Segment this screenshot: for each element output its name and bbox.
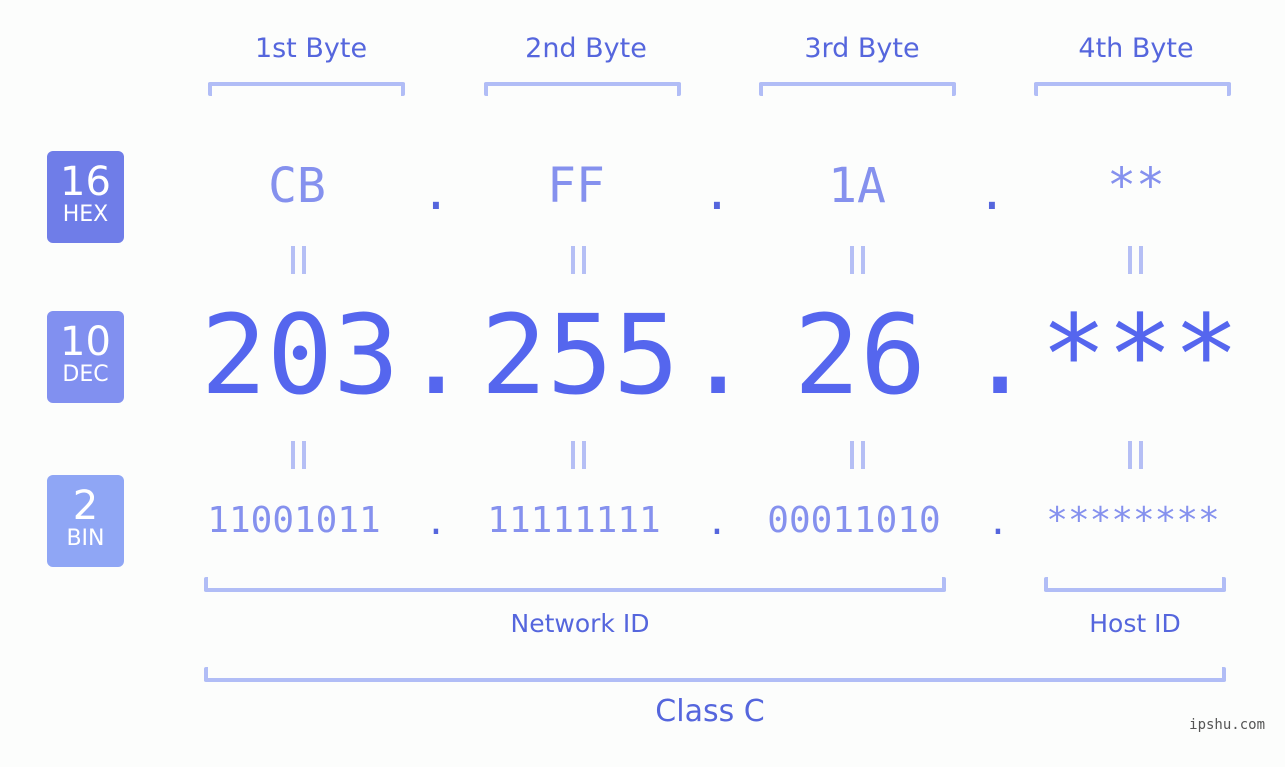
network-id-label: Network ID xyxy=(510,609,650,638)
hex-byte-4: ** xyxy=(1107,158,1165,214)
watermark: ipshu.com xyxy=(1189,717,1265,733)
hex-byte-1: CB xyxy=(268,158,326,214)
hex-byte-3: 1A xyxy=(828,158,886,214)
dec-badge-label: DEC xyxy=(62,362,109,387)
class-bracket xyxy=(204,667,1226,682)
host-id-bracket xyxy=(1044,577,1226,592)
hex-byte-2: FF xyxy=(547,158,605,214)
dec-byte-2: 255 xyxy=(480,291,680,419)
byte-bracket-2 xyxy=(484,82,681,96)
hex-badge-number: 16 xyxy=(60,159,111,205)
byte-label-3: 3rd Byte xyxy=(804,33,920,64)
hex-separator-2: . xyxy=(702,165,732,221)
byte-label-4: 4th Byte xyxy=(1078,33,1194,64)
byte-bracket-1 xyxy=(208,82,405,96)
byte-label-2: 2nd Byte xyxy=(525,33,647,64)
byte-bracket-3 xyxy=(759,82,956,96)
bin-byte-2: 11111111 xyxy=(487,500,661,541)
dec-byte-4: *** xyxy=(1040,291,1240,419)
bin-badge: 2 BIN xyxy=(47,475,124,567)
dec-badge-number: 10 xyxy=(60,319,111,365)
bin-badge-label: BIN xyxy=(66,526,105,551)
hex-separator-1: . xyxy=(421,165,451,221)
host-id-label: Host ID xyxy=(1089,609,1181,638)
dec-badge: 10 DEC xyxy=(47,311,124,403)
byte-label-1: 1st Byte xyxy=(254,33,368,64)
dec-byte-3: 26 xyxy=(793,291,927,419)
bin-byte-1: 11001011 xyxy=(207,500,381,541)
hex-badge: 16 HEX xyxy=(47,151,124,243)
byte-bracket-4 xyxy=(1034,82,1231,96)
bin-byte-4: ******** xyxy=(1046,500,1220,541)
hex-badge-label: HEX xyxy=(62,202,109,227)
bin-badge-number: 2 xyxy=(72,483,99,529)
network-id-bracket xyxy=(204,577,946,592)
dec-byte-1: 203 xyxy=(200,291,400,419)
class-label: Class C xyxy=(655,694,765,729)
hex-separator-3: . xyxy=(977,165,1007,221)
bin-byte-3: 00011010 xyxy=(767,500,941,541)
